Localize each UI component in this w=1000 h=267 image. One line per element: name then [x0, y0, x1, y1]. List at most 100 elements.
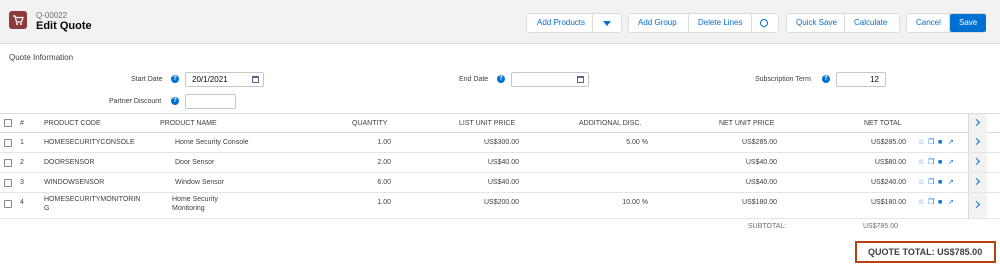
- copy-icon[interactable]: ❐: [928, 179, 935, 186]
- net-unit-price: US$40.00: [745, 179, 777, 186]
- page-title: Edit Quote: [36, 20, 92, 32]
- column-header[interactable]: PRODUCT CODE: [44, 120, 101, 127]
- expand-row[interactable]: [968, 193, 987, 218]
- product-name: Window Sensor: [175, 179, 225, 186]
- trash-icon[interactable]: ■: [938, 179, 945, 186]
- table-header: # PRODUCT CODE PRODUCT NAME QUANTITY LIS…: [0, 113, 1000, 133]
- star-icon[interactable]: ☆: [918, 199, 925, 206]
- star-icon[interactable]: ☆: [918, 139, 925, 146]
- column-header[interactable]: PRODUCT NAME: [160, 120, 217, 127]
- start-date-input[interactable]: 20/1/2021: [185, 72, 264, 87]
- row-actions: ☆ ❐ ■ ↗: [918, 159, 955, 166]
- product-code: DOORSENSOR: [44, 159, 95, 166]
- partner-discount-input[interactable]: [185, 94, 236, 109]
- expand-row[interactable]: [968, 173, 987, 192]
- star-icon[interactable]: ☆: [918, 179, 925, 186]
- trend-icon[interactable]: ↗: [948, 159, 955, 166]
- add-products-button[interactable]: Add Products: [527, 14, 594, 32]
- cancel-button[interactable]: Cancel: [907, 14, 950, 32]
- refresh-button[interactable]: [752, 14, 778, 32]
- help-icon[interactable]: ?: [822, 75, 830, 83]
- end-date-input[interactable]: [511, 72, 589, 87]
- quantity[interactable]: 6.00: [377, 179, 391, 186]
- additional-discount[interactable]: 5.00 %: [626, 139, 648, 146]
- table-row[interactable]: 2 DOORSENSOR Door Sensor 2.00 US$40.00 U…: [0, 153, 1000, 173]
- product-code-line: HOMESECURITYMONITORIN: [44, 196, 141, 203]
- save-button[interactable]: Save: [950, 14, 986, 32]
- row-number: 3: [20, 179, 24, 186]
- add-products-dropdown-button[interactable]: [593, 14, 621, 32]
- net-total: US$285.00: [870, 139, 906, 146]
- row-checkbox[interactable]: [4, 200, 12, 208]
- delete-lines-button[interactable]: Delete Lines: [689, 14, 752, 32]
- chevron-right-icon: [972, 118, 981, 127]
- subtotal-value: US$785.00: [863, 223, 899, 230]
- row-actions: ☆ ❐ ■ ↗: [918, 199, 955, 206]
- row-actions: ☆ ❐ ■ ↗: [918, 139, 955, 146]
- column-header[interactable]: NET TOTAL: [864, 120, 902, 127]
- circle-icon: [760, 19, 768, 27]
- record-number: Q-00022: [36, 11, 68, 20]
- table-row[interactable]: 4 HOMESECURITYMONITORIN G Home Security …: [0, 193, 1000, 219]
- product-name-line: Home Security: [172, 196, 218, 203]
- help-icon[interactable]: ?: [497, 75, 505, 83]
- add-products-group: Add Products: [526, 13, 622, 33]
- trend-icon[interactable]: ↗: [948, 199, 955, 206]
- column-header: #: [20, 120, 24, 127]
- calendar-icon[interactable]: [252, 76, 259, 83]
- row-number: 4: [20, 199, 24, 206]
- column-header[interactable]: ADDITIONAL DISC.: [579, 120, 641, 127]
- quantity[interactable]: 1.00: [377, 199, 391, 206]
- quote-total: QUOTE TOTAL: US$785.00: [868, 247, 983, 257]
- column-header[interactable]: NET UNIT PRICE: [719, 120, 774, 127]
- product-code: WINDOWSENSOR: [44, 179, 105, 186]
- additional-discount[interactable]: 10.00 %: [622, 199, 648, 206]
- trend-icon[interactable]: ↗: [948, 179, 955, 186]
- row-checkbox[interactable]: [4, 179, 12, 187]
- expand-row[interactable]: [968, 153, 987, 172]
- add-group-button[interactable]: Add Group: [629, 14, 689, 32]
- trend-icon[interactable]: ↗: [948, 139, 955, 146]
- calendar-icon[interactable]: [577, 76, 584, 83]
- help-icon[interactable]: ?: [171, 75, 179, 83]
- copy-icon[interactable]: ❐: [928, 139, 935, 146]
- trash-icon[interactable]: ■: [938, 139, 945, 146]
- trash-icon[interactable]: ■: [938, 159, 945, 166]
- calculate-button[interactable]: Calculate: [845, 14, 899, 32]
- cancel-save-group: Cancel Save: [906, 13, 986, 33]
- subscription-term-input[interactable]: 12: [836, 72, 886, 87]
- list-unit-price: US$300.00: [483, 139, 519, 146]
- copy-icon[interactable]: ❐: [928, 159, 935, 166]
- product-name-line: Monitoring: [172, 205, 205, 212]
- product-code: HOMESECURITYCONSOLE: [44, 139, 135, 146]
- product-code-line: G: [44, 205, 50, 212]
- column-header[interactable]: LIST UNIT PRICE: [459, 120, 515, 127]
- page-header: Q-00022 Edit Quote Add Products Add Grou…: [0, 0, 1000, 44]
- quantity[interactable]: 1.00: [377, 139, 391, 146]
- net-unit-price: US$40.00: [745, 159, 777, 166]
- subscription-term-label: Subscription Term: [755, 76, 811, 83]
- row-checkbox[interactable]: [4, 159, 12, 167]
- help-icon[interactable]: ?: [171, 97, 179, 105]
- row-checkbox[interactable]: [4, 139, 12, 147]
- expand-row[interactable]: [968, 133, 987, 152]
- column-header[interactable]: QUANTITY: [352, 120, 387, 127]
- quantity[interactable]: 2.00: [377, 159, 391, 166]
- partner-discount-label: Partner Discount: [109, 98, 162, 105]
- quick-save-button[interactable]: Quick Save: [787, 14, 845, 32]
- expand-column[interactable]: [968, 114, 987, 133]
- star-icon[interactable]: ☆: [918, 159, 925, 166]
- list-unit-price: US$200.00: [483, 199, 519, 206]
- product-name: Home Security Console: [175, 139, 249, 146]
- save-calc-group: Quick Save Calculate: [786, 13, 900, 33]
- chevron-right-icon: [972, 157, 981, 166]
- chevron-right-icon: [972, 137, 981, 146]
- line-actions-group: Add Group Delete Lines: [628, 13, 779, 33]
- trash-icon[interactable]: ■: [938, 199, 945, 206]
- select-all-checkbox[interactable]: [4, 119, 12, 127]
- net-total: US$180.00: [870, 199, 906, 206]
- table-row[interactable]: 3 WINDOWSENSOR Window Sensor 6.00 US$40.…: [0, 173, 1000, 193]
- section-title: Quote Information: [9, 53, 74, 62]
- table-row[interactable]: 1 HOMESECURITYCONSOLE Home Security Cons…: [0, 133, 1000, 153]
- copy-icon[interactable]: ❐: [928, 199, 935, 206]
